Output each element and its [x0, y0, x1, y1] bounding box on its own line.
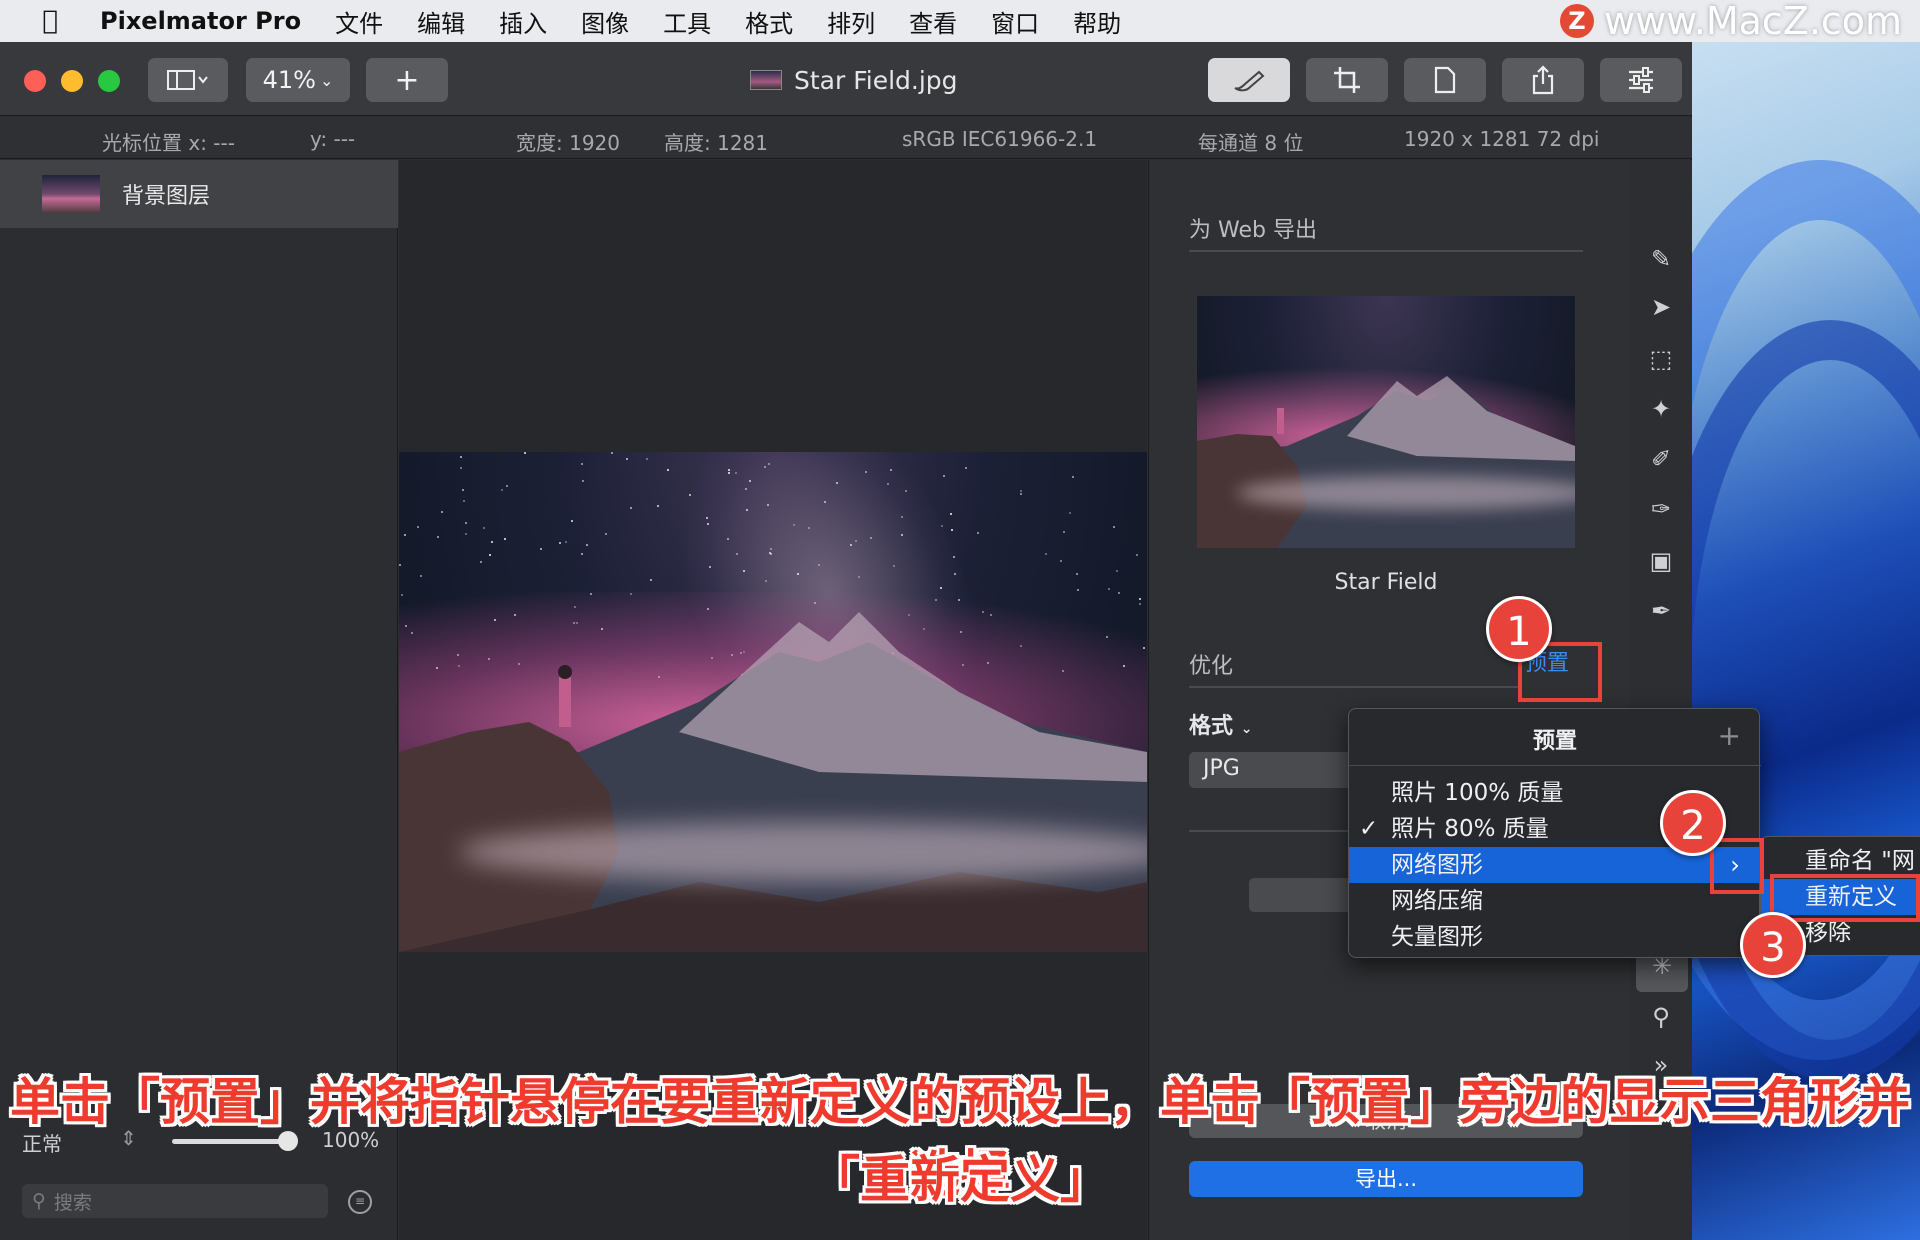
paint-brush-icon[interactable]: ✑ — [1644, 492, 1678, 526]
gradient-tool-icon[interactable]: ▣ — [1644, 544, 1678, 578]
sidebar-icon — [167, 70, 208, 90]
zoom-dropdown[interactable]: 41% ⌄ — [246, 58, 350, 102]
preset-item-vector[interactable]: 矢量图形 — [1349, 919, 1761, 955]
preset-item-label: 照片 80% 质量 — [1391, 816, 1549, 842]
chevron-down-icon: ⌄ — [1240, 721, 1253, 737]
quick-selection-icon[interactable]: ✦ — [1644, 392, 1678, 426]
share-button[interactable] — [1502, 58, 1584, 102]
export-preview-image — [1197, 296, 1575, 548]
layer-row[interactable]: 背景图层 — [0, 160, 398, 228]
selection-tool-icon[interactable]: ⬚ — [1644, 342, 1678, 376]
preset-menu-title: 预置 — [1532, 729, 1577, 754]
callout-box-redefine — [1770, 874, 1920, 922]
document-button[interactable] — [1404, 58, 1486, 102]
crop-button[interactable] — [1306, 58, 1388, 102]
minimize-button[interactable] — [61, 70, 83, 92]
zoom-value: 41% — [262, 66, 316, 94]
close-button[interactable] — [24, 70, 46, 92]
callout-badge-2: 2 — [1660, 790, 1726, 856]
menu-view[interactable]: 查看 — [909, 4, 957, 39]
preset-item-label: 照片 100% 质量 — [1391, 780, 1564, 806]
preset-item-label: 网络图形 — [1391, 852, 1483, 878]
page-icon — [1434, 66, 1456, 94]
optimize-label: 优化 — [1189, 654, 1234, 679]
layer-thumbnail — [42, 175, 100, 213]
zoom-tool-icon[interactable]: ⚲ — [1644, 1000, 1678, 1034]
title-bar: 41% ⌄ + Star Field.jpg — [0, 42, 1692, 116]
image-dimensions: 1920 x 1281 72 dpi — [1404, 127, 1600, 151]
preview-name: Star Field — [1334, 570, 1438, 595]
menu-arrange[interactable]: 排列 — [827, 4, 875, 39]
image-height: 高度: 1281 — [664, 131, 768, 155]
divider — [1189, 830, 1349, 832]
watermark-text: www.MacZ.com — [1604, 0, 1903, 43]
divider — [1189, 250, 1583, 252]
format-label[interactable]: 格式 ⌄ — [1189, 708, 1252, 740]
color-picker-icon[interactable]: ✐ — [1644, 442, 1678, 476]
color-profile: sRGB IEC61966-2.1 — [902, 127, 1098, 151]
caption-line-2: 「重新定义」 — [810, 1151, 1110, 1209]
sliders-icon — [1629, 67, 1653, 93]
callout-box-arrow — [1710, 838, 1764, 894]
document-title: Star Field.jpg — [750, 62, 958, 98]
style-tool-icon[interactable]: ✎ — [1644, 242, 1678, 276]
crop-icon — [1334, 67, 1360, 93]
menu-file[interactable]: 文件 — [335, 4, 383, 39]
menu-edit[interactable]: 编辑 — [417, 4, 465, 39]
brush-icon — [1234, 70, 1265, 92]
document-thumbnail — [750, 70, 782, 90]
checkmark-icon: ✓ — [1359, 816, 1379, 842]
image-width: 宽度: 1920 — [516, 131, 620, 155]
eraser-tool-icon[interactable]: ✒ — [1644, 594, 1678, 628]
add-preset-button[interactable]: + — [1718, 719, 1741, 752]
menu-help[interactable]: 帮助 — [1073, 4, 1121, 39]
menu-image[interactable]: 图像 — [581, 4, 629, 39]
bit-depth: 每通道 8 位 — [1198, 131, 1304, 155]
app-menu[interactable]: Pixelmator Pro — [100, 7, 301, 35]
document-title-text: Star Field.jpg — [794, 65, 958, 95]
zoom-window-button[interactable] — [98, 70, 120, 92]
callout-badge-1: 1 — [1486, 596, 1552, 662]
desktop-wallpaper — [1610, 0, 1920, 1240]
menu-window[interactable]: 窗口 — [991, 4, 1039, 39]
add-button[interactable]: + — [366, 58, 448, 102]
layer-name: 背景图层 — [122, 184, 211, 209]
divider — [1349, 765, 1761, 766]
app-window: 41% ⌄ + Star Field.jpg 光标位置 x: --- y: --… — [0, 42, 1692, 1240]
arrange-tool-icon[interactable]: ➤ — [1644, 290, 1678, 324]
apple-icon[interactable]:  — [0, 6, 100, 36]
watermark: Z www.MacZ.com — [1560, 0, 1903, 43]
preset-item-web-compressed[interactable]: 网络压缩 — [1349, 883, 1761, 919]
menu-tools[interactable]: 工具 — [663, 4, 711, 39]
format-select[interactable]: JPG — [1189, 752, 1359, 788]
preset-item-label: 网络压缩 — [1391, 888, 1483, 914]
paint-tool-button[interactable] — [1208, 58, 1290, 102]
menu-format[interactable]: 格式 — [745, 4, 793, 39]
preset-item-label: 矢量图形 — [1391, 924, 1483, 950]
watermark-logo: Z — [1560, 4, 1594, 38]
cursor-x: 光标位置 x: --- — [102, 131, 235, 155]
info-bar: 光标位置 x: --- y: --- 宽度: 1920 高度: 1281 sRG… — [0, 117, 1692, 159]
share-icon — [1532, 65, 1554, 95]
cursor-y: y: --- — [310, 127, 356, 151]
format-label-text: 格式 — [1189, 714, 1234, 739]
callout-badge-3: 3 — [1740, 912, 1806, 978]
quality-control[interactable] — [1249, 878, 1359, 912]
adjustments-button[interactable] — [1600, 58, 1682, 102]
menu-insert[interactable]: 插入 — [499, 4, 547, 39]
sidebar-toggle-button[interactable] — [148, 58, 228, 102]
image-canvas[interactable] — [399, 452, 1147, 952]
chevron-down-icon: ⌄ — [319, 70, 334, 90]
divider — [1189, 686, 1519, 688]
export-panel-title: 为 Web 导出 — [1189, 218, 1317, 243]
